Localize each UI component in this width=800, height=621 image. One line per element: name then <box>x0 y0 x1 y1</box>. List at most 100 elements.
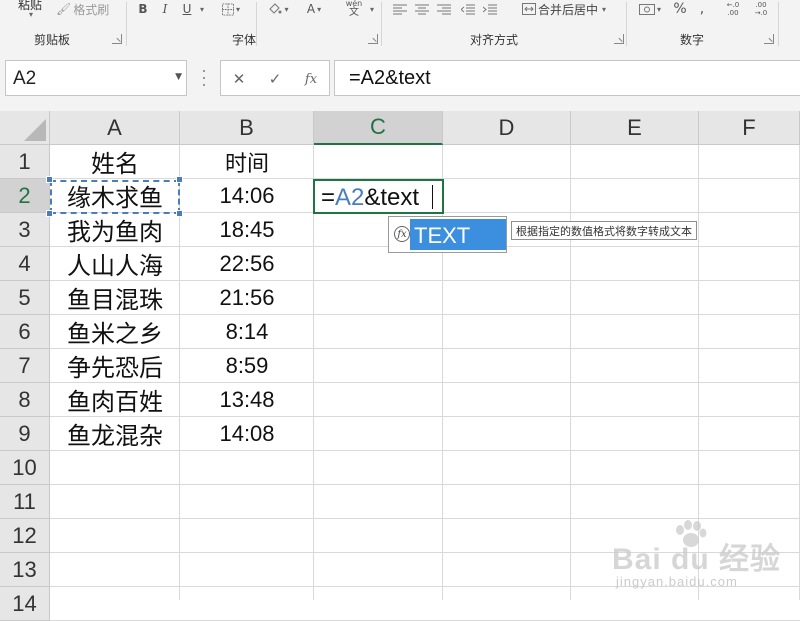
increase-decimal-button[interactable]: ←.0 .00 <box>722 0 744 18</box>
row-header-9[interactable]: 9 <box>0 417 50 451</box>
cell-b3[interactable]: 18:45 <box>180 213 314 246</box>
row-header-5[interactable]: 5 <box>0 281 50 315</box>
group-label-font: 字体 <box>232 33 257 47</box>
gridline <box>50 552 800 553</box>
cell-a7[interactable]: 争先恐后 <box>50 349 180 382</box>
cell-a1[interactable]: 姓名 <box>50 145 180 178</box>
drag-handle-icon[interactable] <box>202 70 205 86</box>
phonetic-caret-icon[interactable]: ▾ <box>366 0 376 18</box>
formula-rest: &text <box>364 184 420 211</box>
cell-b6[interactable]: 8:14 <box>180 315 314 348</box>
name-box[interactable]: A2 ▼ <box>5 60 187 96</box>
group-label-clipboard: 剪贴板 <box>34 33 71 47</box>
range-handle-icon[interactable] <box>176 176 183 183</box>
row-header-12[interactable]: 12 <box>0 519 50 553</box>
range-handle-icon[interactable] <box>46 210 53 217</box>
cancel-icon[interactable]: ✕ <box>229 69 249 89</box>
range-handle-icon[interactable] <box>176 210 183 217</box>
function-tooltip: 根据指定的数值格式将数字转成文本 <box>511 221 697 240</box>
merge-center-icon <box>522 3 536 15</box>
separator <box>626 2 627 46</box>
row-header-3[interactable]: 3 <box>0 213 50 247</box>
autocomplete-item-text[interactable]: fx TEXT <box>389 217 506 252</box>
column-header-a[interactable]: A <box>50 111 180 145</box>
align-right-button[interactable] <box>436 0 452 18</box>
chevron-down-icon[interactable]: ▼ <box>175 72 182 82</box>
phonetic-char: 文 <box>349 7 359 18</box>
cell-b9[interactable]: 14:08 <box>180 417 314 450</box>
row-header-8[interactable]: 8 <box>0 383 50 417</box>
underline-button[interactable]: U <box>180 0 194 18</box>
decrease-indent-button[interactable] <box>460 0 476 18</box>
column-header-c[interactable]: C <box>314 111 443 145</box>
row-header-10[interactable]: 10 <box>0 451 50 485</box>
decrease-decimal-button[interactable]: .00 →.0 <box>750 0 772 18</box>
cell-a9[interactable]: 鱼龙混杂 <box>50 417 180 450</box>
merge-center-button[interactable]: 合并后居中 ▾ <box>522 0 606 18</box>
cell-b2[interactable]: 14:06 <box>180 179 314 212</box>
separator <box>126 2 127 46</box>
paste-caret-icon: ▾ <box>28 10 33 19</box>
cell-a4[interactable]: 人山人海 <box>50 247 180 280</box>
underline-caret-icon[interactable]: ▾ <box>196 0 206 18</box>
align-right-icon <box>437 4 451 14</box>
cell-a3[interactable]: 我为鱼肉 <box>50 213 180 246</box>
cell-b5[interactable]: 21:56 <box>180 281 314 314</box>
align-left-icon <box>393 4 407 14</box>
row-header-6[interactable]: 6 <box>0 315 50 349</box>
row-header-2[interactable]: 2 <box>0 179 50 213</box>
accounting-format-button[interactable]: ▾ <box>636 0 664 18</box>
cell-b1[interactable]: 时间 <box>180 145 314 178</box>
fill-color-button[interactable]: ▾ <box>264 0 292 18</box>
alignment-launcher-icon[interactable] <box>614 34 624 44</box>
italic-button[interactable]: I <box>158 0 172 18</box>
formula-input[interactable]: =A2&text <box>334 60 800 96</box>
row-header-7[interactable]: 7 <box>0 349 50 383</box>
column-header-f[interactable]: F <box>699 111 800 145</box>
align-center-button[interactable] <box>414 0 430 18</box>
font-color-button[interactable]: A ▾ <box>300 0 328 18</box>
cell-a6[interactable]: 鱼米之乡 <box>50 315 180 348</box>
align-left-button[interactable] <box>392 0 408 18</box>
separator <box>381 2 382 46</box>
gridline <box>50 586 800 587</box>
row-header-13[interactable]: 13 <box>0 553 50 587</box>
column-header-e[interactable]: E <box>571 111 699 145</box>
gridline <box>570 145 571 600</box>
increase-indent-button[interactable] <box>482 0 498 18</box>
cell-b8[interactable]: 13:48 <box>180 383 314 416</box>
insert-function-icon[interactable]: fx <box>301 69 321 89</box>
cell-b7[interactable]: 8:59 <box>180 349 314 382</box>
bold-button[interactable]: B <box>136 0 150 18</box>
clipboard-launcher-icon[interactable] <box>112 34 122 44</box>
cell-a2[interactable]: 缘木求鱼 <box>50 179 180 212</box>
cell-a5[interactable]: 鱼目混珠 <box>50 281 180 314</box>
format-painter-button[interactable]: 🖌 格式刷 <box>56 0 109 18</box>
cell-b4[interactable]: 22:56 <box>180 247 314 280</box>
comma-button[interactable]: , <box>696 0 708 18</box>
number-launcher-icon[interactable] <box>764 34 774 44</box>
ribbon: 粘贴 ▾ 🖌 格式刷 B I U ▾ ▾ ▾ A ▾ wén 文 ▾ 合并后居中… <box>0 0 800 49</box>
autocomplete-highlight: TEXT <box>410 219 506 250</box>
paste-button[interactable]: 粘贴 ▾ <box>14 0 46 22</box>
row-header-4[interactable]: 4 <box>0 247 50 281</box>
percent-button[interactable]: % <box>672 0 688 18</box>
column-header-d[interactable]: D <box>443 111 571 145</box>
function-autocomplete-list: fx TEXT <box>388 216 507 253</box>
phonetic-button[interactable]: wén 文 <box>340 0 368 18</box>
gridline <box>50 518 800 519</box>
row-header-14[interactable]: 14 <box>0 587 50 621</box>
font-launcher-icon[interactable] <box>368 34 378 44</box>
active-cell-editor[interactable]: =A2&text <box>313 179 444 214</box>
font-color-letter: A <box>306 2 316 16</box>
borders-button[interactable]: ▾ <box>222 0 240 18</box>
cell-editor-text: =A2&text <box>321 184 419 212</box>
cell-a8[interactable]: 鱼肉百姓 <box>50 383 180 416</box>
enter-icon[interactable]: ✓ <box>265 69 285 89</box>
column-header-b[interactable]: B <box>180 111 314 145</box>
range-handle-icon[interactable] <box>46 176 53 183</box>
row-header-1[interactable]: 1 <box>0 145 50 179</box>
row-header-11[interactable]: 11 <box>0 485 50 519</box>
formula-prefix: = <box>321 184 336 211</box>
select-all-button[interactable] <box>0 111 50 145</box>
